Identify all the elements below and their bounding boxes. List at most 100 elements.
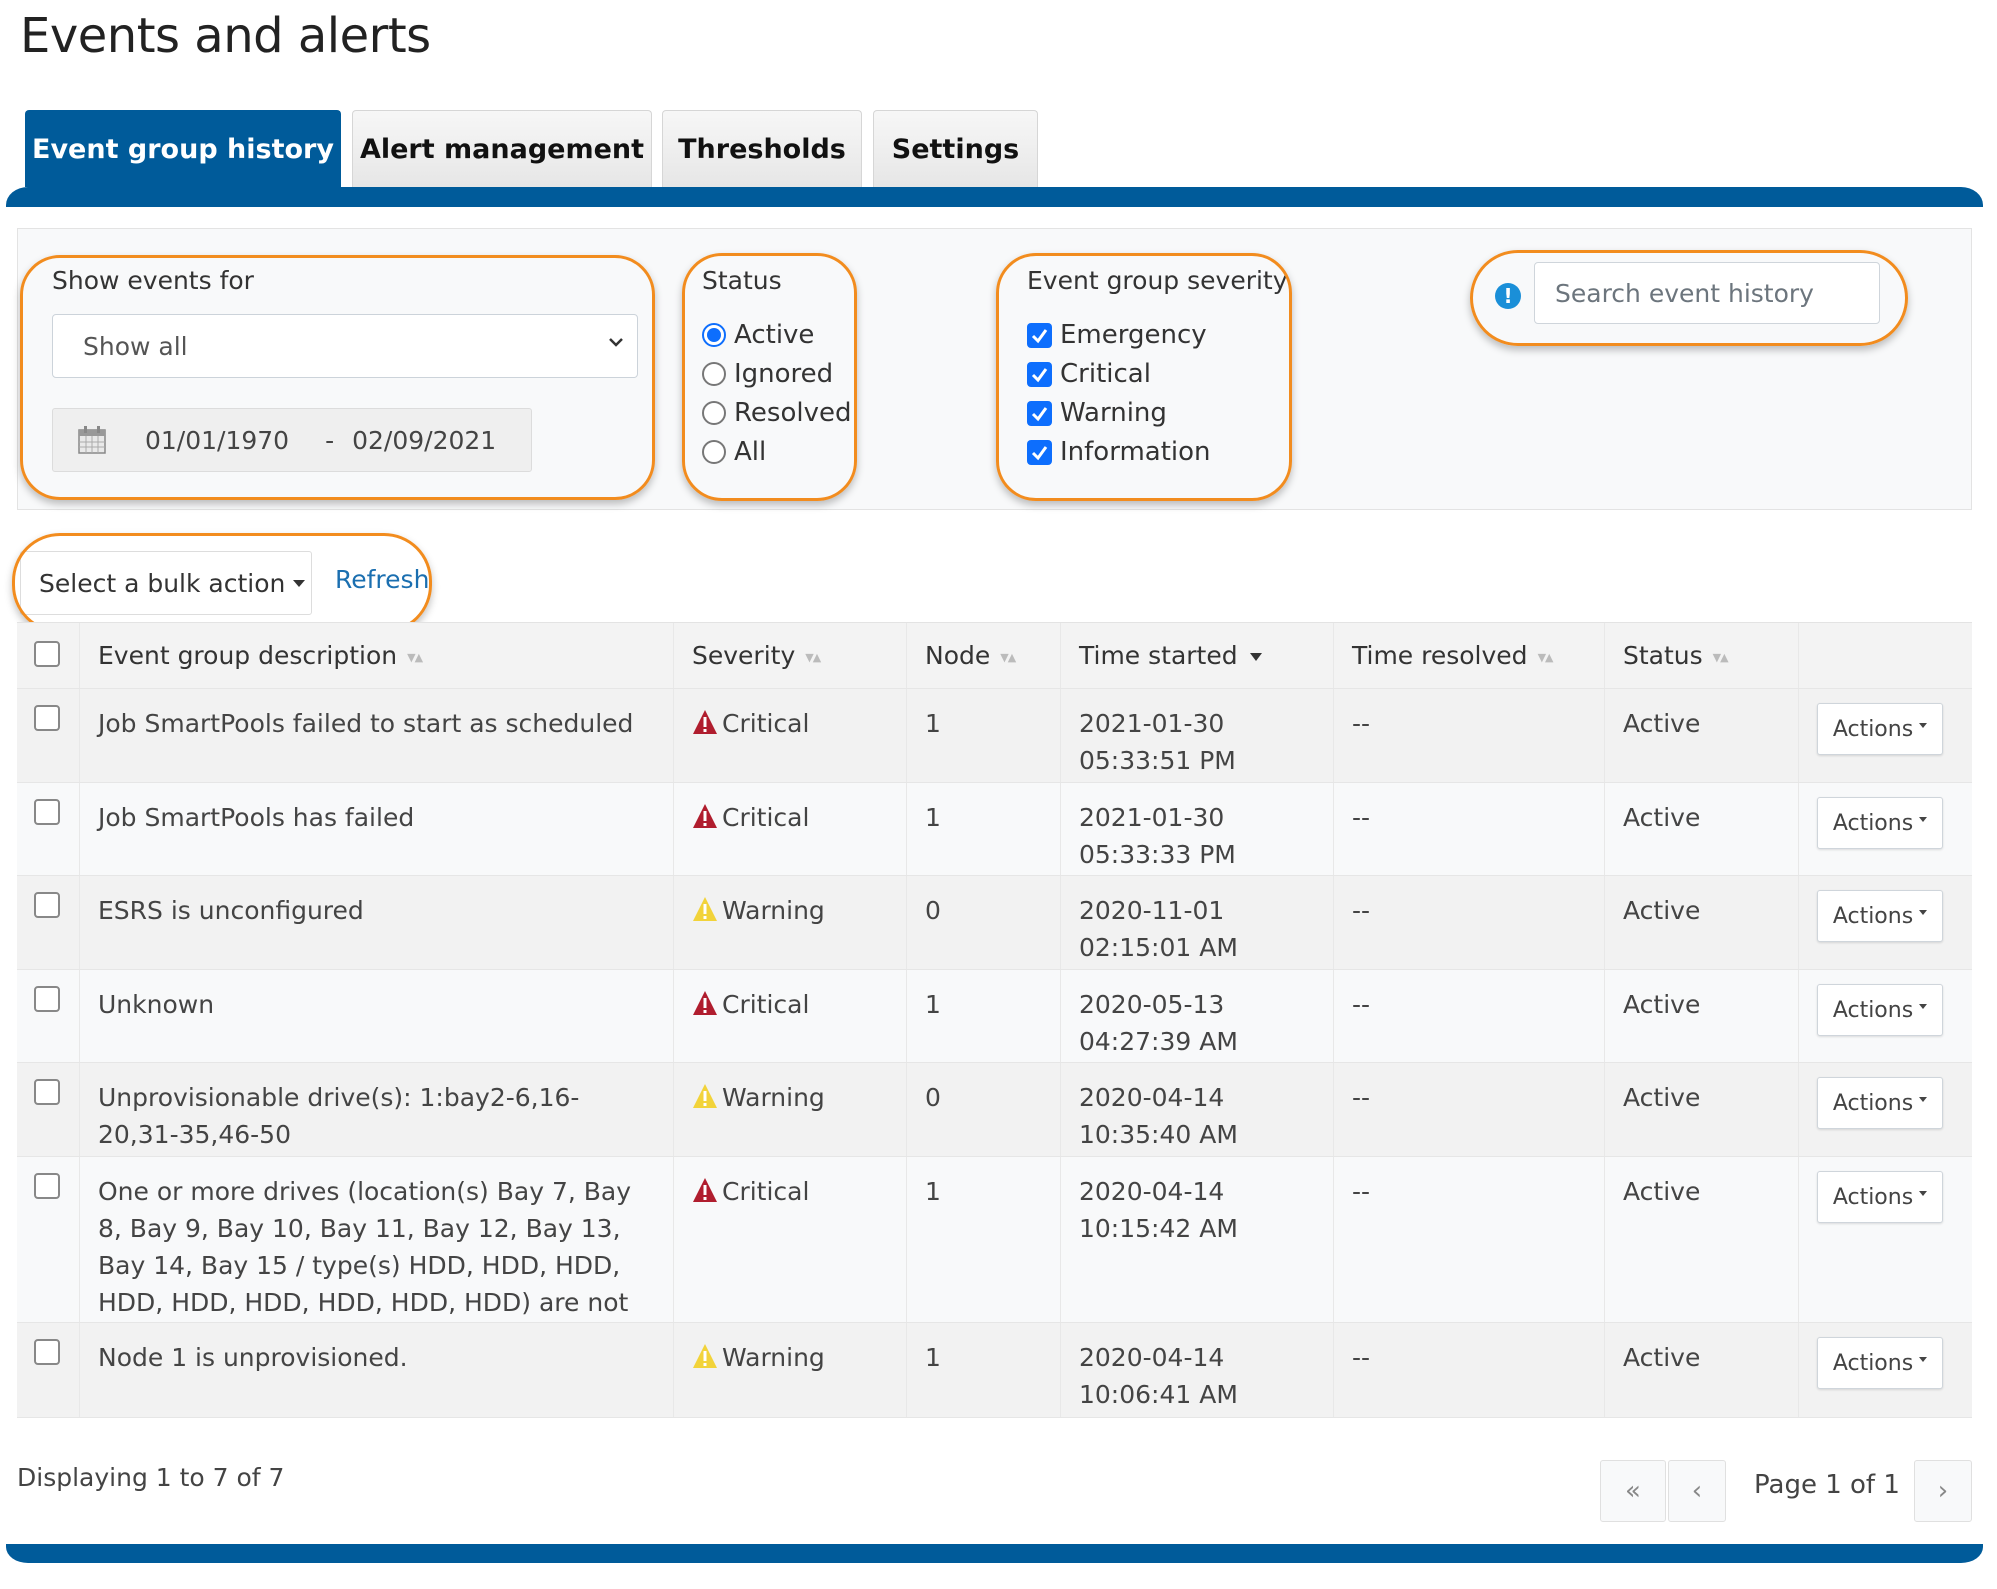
severity-cell: Critical bbox=[673, 783, 906, 875]
double-chevron-left-icon: « bbox=[1625, 1476, 1641, 1506]
header-node[interactable]: Node ▼▲ bbox=[906, 623, 1060, 688]
severity-checkbox-critical[interactable]: Critical bbox=[1027, 359, 1151, 389]
search-input[interactable] bbox=[1534, 262, 1880, 324]
node-cell: 1 bbox=[906, 970, 1060, 1062]
row-checkbox[interactable] bbox=[34, 705, 60, 731]
status-value: Active bbox=[1623, 896, 1701, 925]
description-cell: Unprovisionable drive(s): 1:bay2-6,16-20… bbox=[79, 1063, 673, 1156]
severity-cell: Critical bbox=[673, 1157, 906, 1322]
status-radio-all[interactable]: All bbox=[702, 437, 766, 467]
severity-text: Critical bbox=[722, 803, 810, 832]
caret-down-icon bbox=[1919, 909, 1928, 915]
row-checkbox[interactable] bbox=[34, 1079, 60, 1105]
header-time-started[interactable]: Time started bbox=[1060, 623, 1333, 688]
time-started-cell: 2020-04-14 10:06:41 AM bbox=[1060, 1323, 1333, 1417]
severity-checkbox-warning[interactable]: Warning bbox=[1027, 398, 1167, 428]
node-cell: 1 bbox=[906, 1323, 1060, 1417]
time-started-date: 2020-04-14 bbox=[1079, 1083, 1225, 1112]
actions-button[interactable]: Actions bbox=[1817, 1077, 1943, 1129]
row-checkbox[interactable] bbox=[34, 799, 60, 825]
status-radio-resolved[interactable]: Resolved bbox=[702, 398, 851, 428]
actions-cell: Actions bbox=[1798, 876, 1972, 969]
status-value: Active bbox=[1623, 803, 1701, 832]
time-started-time: 10:06:41 AM bbox=[1079, 1380, 1238, 1409]
date-from[interactable]: 01/01/1970 bbox=[145, 426, 289, 455]
actions-label: Actions bbox=[1832, 1090, 1914, 1116]
checkbox-checked-icon bbox=[1027, 439, 1052, 465]
table-header: Event group description ▼▲ Severity ▼▲ Nod… bbox=[17, 622, 1972, 689]
time-started-time: 05:33:51 PM bbox=[1079, 746, 1236, 775]
show-events-for-select[interactable]: Show all bbox=[52, 314, 638, 378]
select-all-checkbox[interactable] bbox=[34, 641, 60, 667]
actions-button[interactable]: Actions bbox=[1817, 797, 1943, 849]
tab-settings[interactable]: Settings bbox=[873, 110, 1038, 187]
time-resolved-value: -- bbox=[1352, 1343, 1371, 1372]
header-severity[interactable]: Severity ▼▲ bbox=[673, 623, 906, 688]
actions-button[interactable]: Actions bbox=[1817, 1337, 1943, 1389]
severity-text: Critical bbox=[722, 709, 810, 738]
status-label: Status bbox=[702, 266, 782, 295]
severity-cell: Critical bbox=[673, 970, 906, 1062]
event-description: Job SmartPools has failed bbox=[98, 803, 415, 832]
first-page-button[interactable]: « bbox=[1600, 1460, 1666, 1522]
actions-cell: Actions bbox=[1798, 689, 1972, 782]
actions-cell: Actions bbox=[1798, 1063, 1972, 1156]
time-started-cell: 2021-01-30 05:33:33 PM bbox=[1060, 783, 1333, 875]
time-started-date: 2020-04-14 bbox=[1079, 1343, 1225, 1372]
actions-label: Actions bbox=[1832, 903, 1914, 929]
actions-button[interactable]: Actions bbox=[1817, 1171, 1943, 1223]
time-started-cell: 2020-11-01 02:15:01 AM bbox=[1060, 876, 1333, 969]
status-radio-active[interactable]: Active bbox=[702, 320, 814, 350]
prev-page-button[interactable]: ‹ bbox=[1668, 1460, 1726, 1522]
critical-icon bbox=[693, 804, 717, 828]
checkbox-checked-icon bbox=[1027, 361, 1052, 387]
description-cell: Job SmartPools has failed bbox=[79, 783, 673, 875]
page-title: Events and alerts bbox=[20, 8, 431, 64]
actions-label: Actions bbox=[1832, 716, 1914, 742]
header-time-resolved[interactable]: Time resolved ▼▲ bbox=[1333, 623, 1604, 688]
sort-icon: ▼▲ bbox=[805, 650, 821, 664]
sort-icon: ▼▲ bbox=[407, 650, 423, 664]
time-started-cell: 2021-01-30 05:33:51 PM bbox=[1060, 689, 1333, 782]
description-cell: Unknown bbox=[79, 970, 673, 1062]
tab-alert-management[interactable]: Alert management bbox=[352, 110, 652, 187]
tab-event-group-history[interactable]: Event group history bbox=[25, 110, 341, 187]
time-started-date: 2021-01-30 bbox=[1079, 709, 1225, 738]
sort-descending-icon bbox=[1249, 653, 1262, 661]
checkbox-label: Warning bbox=[1060, 398, 1167, 428]
row-checkbox[interactable] bbox=[34, 1173, 60, 1199]
time-started-date: 2020-05-13 bbox=[1079, 990, 1225, 1019]
header-description[interactable]: Event group description ▼▲ bbox=[79, 623, 673, 688]
node-value: 1 bbox=[925, 803, 941, 832]
header-status[interactable]: Status ▼▲ bbox=[1604, 623, 1798, 688]
checkbox-label: Emergency bbox=[1060, 320, 1207, 350]
actions-button[interactable]: Actions bbox=[1817, 984, 1943, 1036]
status-radio-ignored[interactable]: Ignored bbox=[702, 359, 833, 389]
info-icon[interactable]: ! bbox=[1495, 283, 1521, 309]
date-range-picker[interactable]: 01/01/1970 - 02/09/2021 bbox=[52, 408, 532, 472]
refresh-link[interactable]: Refresh bbox=[335, 565, 429, 594]
severity-checkbox-information[interactable]: Information bbox=[1027, 437, 1211, 467]
status-cell: Active bbox=[1604, 1323, 1798, 1417]
checkbox-label: Information bbox=[1060, 437, 1211, 467]
description-cell: One or more drives (location(s) Bay 7, B… bbox=[79, 1157, 673, 1354]
tab-thresholds[interactable]: Thresholds bbox=[662, 110, 862, 187]
time-resolved-value: -- bbox=[1352, 896, 1371, 925]
row-checkbox[interactable] bbox=[34, 892, 60, 918]
page-indicator: Page 1 of 1 bbox=[1754, 1470, 1900, 1500]
severity-text: Warning bbox=[722, 1343, 825, 1372]
sort-icon: ▼▲ bbox=[1537, 650, 1554, 664]
next-page-button[interactable]: › bbox=[1914, 1460, 1972, 1522]
actions-button[interactable]: Actions bbox=[1817, 890, 1943, 942]
row-checkbox[interactable] bbox=[34, 986, 60, 1012]
date-to[interactable]: 02/09/2021 bbox=[352, 426, 496, 455]
row-checkbox[interactable] bbox=[34, 1339, 60, 1365]
table-row: Job SmartPools failed to start as schedu… bbox=[17, 689, 1972, 783]
actions-cell: Actions bbox=[1798, 1323, 1972, 1417]
actions-button[interactable]: Actions bbox=[1817, 703, 1943, 755]
bulk-action-dropdown[interactable]: Select a bulk action bbox=[20, 551, 312, 615]
time-started-time: 10:35:40 AM bbox=[1079, 1120, 1238, 1149]
severity-checkbox-emergency[interactable]: Emergency bbox=[1027, 320, 1207, 350]
time-started-cell: 2020-04-14 10:15:42 AM bbox=[1060, 1157, 1333, 1322]
radio-label: Active bbox=[734, 320, 815, 350]
